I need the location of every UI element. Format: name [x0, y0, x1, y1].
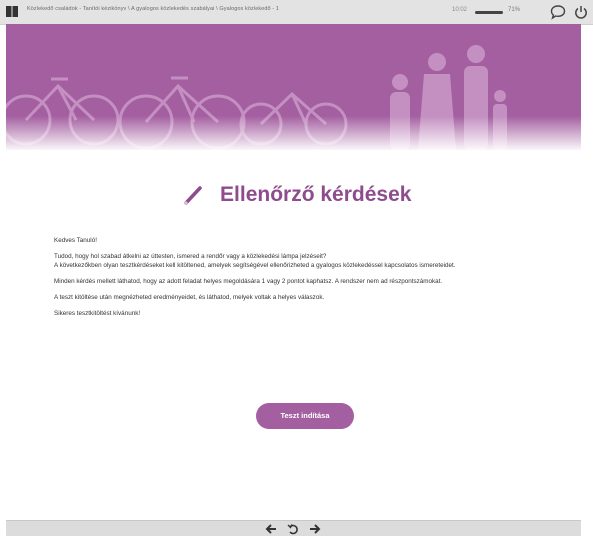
comment-icon[interactable]	[550, 4, 566, 20]
zoom-slider[interactable]	[475, 11, 503, 14]
intro-line-2: A következőkben olyan tesztkérdéseket ke…	[54, 262, 456, 269]
intro-text: Kedves Tanuló! Tudod, hogy hol szabad át…	[54, 236, 544, 325]
breadcrumb: Közlekedő családok - Tanítói kézikönyv \…	[27, 6, 280, 12]
closing-text: Sikeres tesztkitöltést kívánunk!	[54, 310, 141, 317]
power-icon[interactable]	[573, 4, 589, 20]
pencil-icon	[183, 186, 202, 206]
header-banner	[6, 24, 581, 150]
scoring-paragraph: Minden kérdés mellett láthatod, hogy az …	[54, 278, 443, 285]
time-display: 10:02	[452, 7, 468, 13]
arrow-left-icon[interactable]	[265, 523, 277, 535]
banner-fade	[6, 116, 581, 150]
start-test-button[interactable]: Teszt indítása	[256, 403, 354, 429]
bottom-navigation	[6, 520, 581, 536]
page-title: Ellenőrző kérdések	[220, 183, 412, 206]
results-paragraph: A teszt kitöltése után megnézheted eredm…	[54, 294, 325, 301]
book-icon[interactable]	[6, 6, 18, 17]
top-toolbar: Közlekedő családok - Tanítói kézikönyv \…	[0, 0, 593, 25]
arrow-right-icon[interactable]	[309, 523, 321, 535]
page-header: Ellenőrző kérdések	[0, 183, 593, 207]
intro-paragraph: Tudod, hogy hol szabad átkelni az úttest…	[54, 252, 544, 270]
undo-icon[interactable]	[287, 523, 299, 535]
greeting: Kedves Tanuló!	[54, 237, 97, 244]
intro-line-1: Tudod, hogy hol szabad átkelni az úttest…	[54, 253, 327, 260]
zoom-level: 71%	[508, 7, 521, 13]
